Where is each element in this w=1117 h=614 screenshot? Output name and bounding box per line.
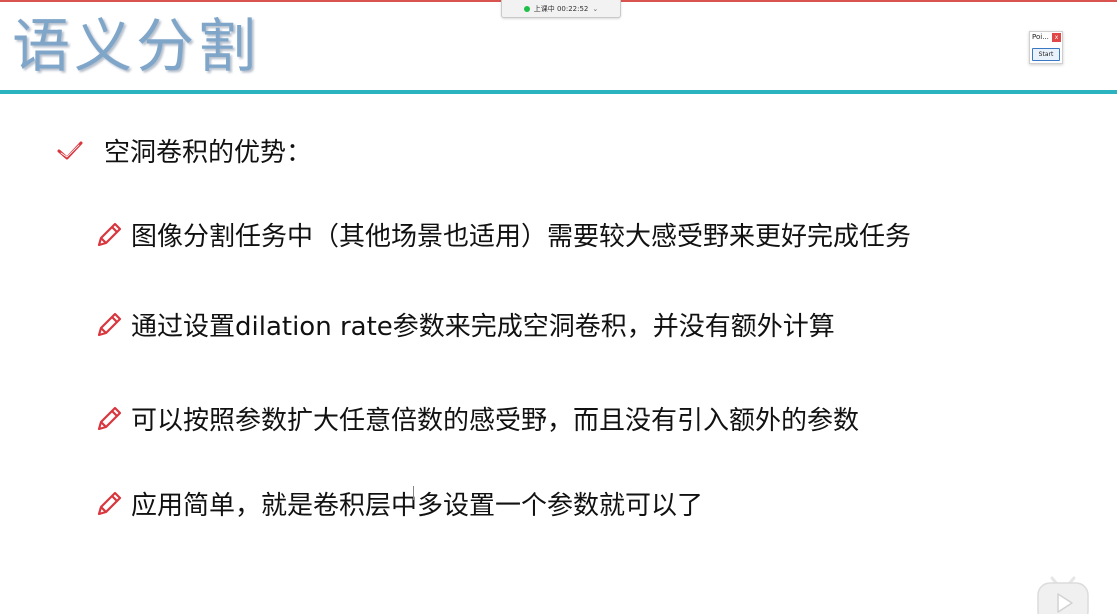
recording-status-pill[interactable]: 上课中 00:22:52 ⌄ [501, 0, 621, 18]
pencil-icon [97, 312, 122, 336]
recording-indicator-icon [523, 5, 530, 12]
mini-window-title: Poi... [1032, 33, 1049, 41]
start-button[interactable]: Start [1032, 48, 1060, 61]
title-divider [0, 90, 1117, 94]
text-cursor-icon [413, 486, 416, 500]
slide: 语义分割 上课中 00:22:52 ⌄ Poi... x Start 空洞卷积的… [0, 0, 1117, 614]
pencil-icon [97, 222, 122, 246]
close-icon[interactable]: x [1052, 33, 1061, 42]
list-item: 可以按照参数扩大任意倍数的感受野，而且没有引入额外的参数 [95, 400, 859, 437]
heading-row: 空洞卷积的优势： [56, 132, 312, 169]
list-item: 应用简单，就是卷积层中多设置一个参数就可以了 [95, 485, 703, 522]
bullet-text: 通过设置dilation rate参数来完成空洞卷积，并没有额外计算 [131, 312, 835, 342]
section-heading: 空洞卷积的优势： [104, 138, 313, 168]
recording-status-text: 上课中 00:22:52 [533, 4, 589, 13]
chevron-down-icon: ⌄ [592, 4, 599, 13]
floating-mini-window[interactable]: Poi... x Start [1029, 31, 1063, 64]
pencil-icon [97, 406, 122, 430]
list-item: 通过设置dilation rate参数来完成空洞卷积，并没有额外计算 [95, 306, 835, 343]
bullet-text: 图像分割任务中（其他场景也适用）需要较大感受野来更好完成任务 [131, 222, 912, 252]
play-icon[interactable] [1034, 572, 1092, 614]
bullet-text: 应用简单，就是卷积层中多设置一个参数就可以了 [131, 491, 704, 521]
pencil-icon [97, 491, 122, 515]
bullet-text: 可以按照参数扩大任意倍数的感受野，而且没有引入额外的参数 [131, 406, 860, 436]
list-item: 图像分割任务中（其他场景也适用）需要较大感受野来更好完成任务 [95, 216, 911, 253]
slide-title: 语义分割 [12, 12, 261, 80]
check-icon [57, 141, 83, 159]
